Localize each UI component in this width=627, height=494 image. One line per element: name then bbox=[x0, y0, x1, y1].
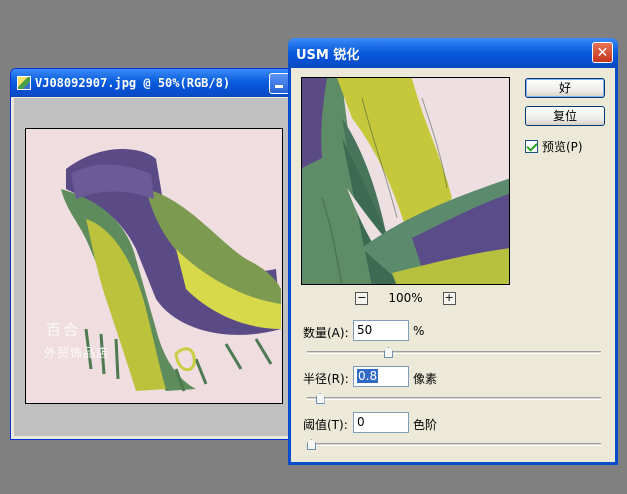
watermark-brand: 百合 bbox=[46, 321, 81, 339]
threshold-unit: 色阶 bbox=[413, 418, 438, 432]
unsharp-mask-dialog: USM 锐化 ✕ − 100% + 好 复位 预览(P) 数量(A): 50 % bbox=[288, 38, 618, 465]
close-icon[interactable]: ✕ bbox=[592, 42, 613, 63]
amount-unit: % bbox=[413, 324, 425, 338]
zoom-controls: − 100% + bbox=[301, 290, 510, 306]
radius-label: 半径(R): bbox=[303, 372, 349, 386]
radius-input[interactable]: 0.8 bbox=[353, 366, 409, 387]
amount-label: 数量(A): bbox=[303, 326, 349, 340]
preview-checkbox-label: 预览(P) bbox=[542, 140, 583, 154]
amount-input[interactable]: 50 bbox=[353, 320, 409, 341]
radius-slider-thumb[interactable] bbox=[315, 393, 325, 404]
document-titlebar[interactable]: VJ08092907.jpg @ 50%(RGB/8) bbox=[11, 69, 299, 97]
amount-slider-thumb[interactable] bbox=[383, 347, 393, 358]
threshold-slider[interactable] bbox=[307, 439, 601, 450]
watermark-shop: 外贸饰品店 bbox=[44, 346, 110, 360]
minimize-button[interactable] bbox=[269, 73, 290, 94]
amount-slider[interactable] bbox=[307, 347, 601, 358]
radius-value: 0.8 bbox=[357, 369, 379, 383]
radius-slider[interactable] bbox=[307, 393, 601, 404]
preview-image bbox=[302, 78, 509, 284]
amount-value: 50 bbox=[357, 323, 373, 337]
preview-checkbox[interactable] bbox=[525, 140, 538, 153]
zoom-out-button[interactable]: − bbox=[355, 291, 369, 305]
preview-toggle[interactable]: 预览(P) bbox=[525, 138, 583, 155]
document-window: VJ08092907.jpg @ 50%(RGB/8) 百合 外贸饰品店 bbox=[10, 68, 300, 440]
ok-button[interactable]: 好 bbox=[525, 78, 605, 98]
scarf-photo bbox=[26, 129, 282, 403]
dialog-titlebar[interactable]: USM 锐化 bbox=[288, 38, 618, 68]
document-workspace: 百合 外贸饰品店 bbox=[14, 98, 296, 436]
photoshop-document-icon bbox=[17, 76, 31, 90]
threshold-value: 0 bbox=[357, 415, 365, 429]
reset-button[interactable]: 复位 bbox=[525, 106, 605, 126]
threshold-input[interactable]: 0 bbox=[353, 412, 409, 433]
filter-preview[interactable] bbox=[301, 77, 510, 285]
document-title: VJ08092907.jpg @ 50%(RGB/8) bbox=[35, 76, 231, 90]
dialog-title: USM 锐化 bbox=[296, 47, 360, 63]
threshold-label: 阈值(T): bbox=[303, 418, 348, 432]
zoom-in-button[interactable]: + bbox=[442, 291, 456, 305]
threshold-slider-thumb[interactable] bbox=[307, 439, 316, 450]
image-canvas[interactable]: 百合 外贸饰品店 bbox=[25, 128, 283, 404]
zoom-level: 100% bbox=[388, 291, 423, 305]
radius-unit: 像素 bbox=[413, 372, 438, 386]
